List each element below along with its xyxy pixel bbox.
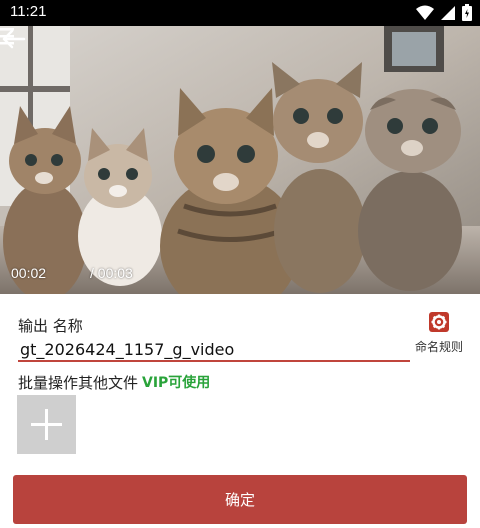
batch-label: 批量操作其他文件 bbox=[18, 374, 139, 392]
output-name-label: 输出 名称 bbox=[18, 317, 83, 335]
status-bar: 11:21 bbox=[0, 0, 480, 26]
video-preview[interactable] bbox=[0, 26, 480, 294]
gear-icon bbox=[429, 312, 449, 332]
wifi-icon bbox=[416, 5, 434, 20]
kitten-5 bbox=[358, 89, 462, 291]
signal-icon bbox=[441, 5, 455, 20]
vip-badge: VIP可使用 bbox=[142, 375, 211, 391]
status-icons bbox=[416, 4, 472, 21]
filename-input[interactable] bbox=[18, 338, 410, 362]
plus-icon bbox=[31, 409, 62, 440]
total-time: / 00:03 bbox=[90, 265, 133, 281]
menu-icon[interactable] bbox=[0, 26, 14, 48]
confirm-button[interactable]: 确定 bbox=[13, 475, 467, 524]
current-time: 00:02 bbox=[11, 265, 47, 281]
add-file-button[interactable] bbox=[17, 395, 76, 454]
naming-rules-button[interactable]: 命名规则 bbox=[410, 312, 468, 355]
export-form: 输出 名称 命名规则 批量操作其他文件 VIP可使用 确定 bbox=[0, 294, 480, 528]
video-frame bbox=[0, 26, 480, 294]
status-time: 11:21 bbox=[10, 3, 47, 20]
naming-rules-label: 命名规则 bbox=[414, 340, 463, 354]
battery-icon bbox=[462, 4, 472, 21]
